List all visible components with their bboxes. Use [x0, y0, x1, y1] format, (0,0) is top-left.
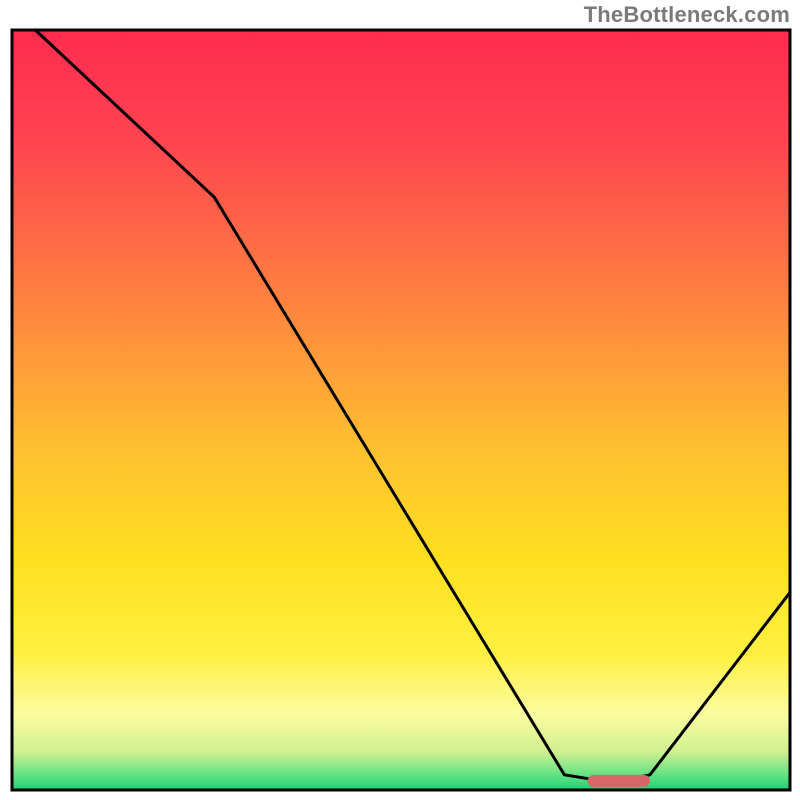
chart-background [12, 30, 790, 790]
bottleneck-chart [0, 0, 800, 800]
watermark-text: TheBottleneck.com [584, 2, 790, 28]
optimum-marker [588, 775, 650, 787]
chart-container: TheBottleneck.com [0, 0, 800, 800]
